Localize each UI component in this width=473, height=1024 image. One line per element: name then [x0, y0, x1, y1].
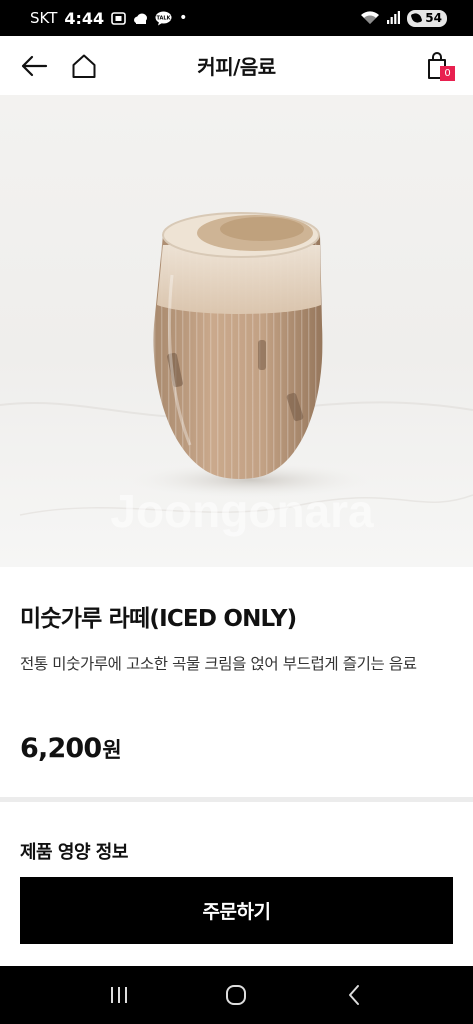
wifi-icon: [361, 11, 380, 24]
talk-icon: TALK: [155, 11, 172, 25]
price-currency: 원: [102, 738, 121, 762]
product-image: Joongonara: [0, 95, 473, 567]
order-button[interactable]: 주문하기: [20, 877, 453, 944]
app-header: 커피/음료 0: [0, 36, 473, 95]
section-divider: [0, 797, 473, 802]
watermark-text: Joongonara: [110, 485, 374, 537]
recents-icon: [110, 987, 127, 1003]
back-nav-button[interactable]: [334, 975, 374, 1015]
cloud-icon: [134, 13, 148, 24]
product-description: 전통 미숫가루에 고소한 곡물 크림을 얹어 부드럽게 즐기는 음료: [20, 655, 417, 673]
back-arrow-icon: [21, 55, 48, 77]
order-bar: 주문하기: [0, 862, 473, 966]
chevron-left-icon: [349, 985, 360, 1005]
product-info: 미숫가루 라떼(ICED ONLY) 전통 미숫가루에 고소한 곡물 크림을 얹…: [0, 567, 473, 797]
home-nav-button[interactable]: [216, 975, 256, 1015]
status-bar: SKT 4:44 TALK • 54: [0, 0, 473, 36]
cart-button[interactable]: 0: [419, 50, 455, 82]
price-value: 6,200: [20, 733, 102, 764]
signal-icon: [387, 11, 401, 24]
product-name: 미숫가루 라떼(ICED ONLY): [20, 606, 297, 632]
cart-count-badge: 0: [440, 66, 455, 81]
home-circle-icon: [226, 985, 247, 1005]
carrier-label: SKT: [30, 9, 58, 27]
status-right: 54: [360, 9, 447, 27]
recents-button[interactable]: [99, 975, 139, 1015]
home-icon: [72, 54, 96, 78]
notification-dot: •: [179, 10, 188, 26]
status-left: SKT 4:44 TALK •: [30, 9, 187, 28]
battery-indicator: 54: [407, 9, 447, 27]
nutrition-info-heading[interactable]: 제품 영양 정보: [20, 838, 128, 864]
clock: 4:44: [64, 8, 105, 28]
latte-glass-illustration: Joongonara: [0, 212, 473, 537]
system-navigation-bar: [0, 966, 473, 1024]
back-button[interactable]: [18, 50, 50, 82]
product-price: 6,200원: [20, 733, 122, 764]
talk-label: TALK: [157, 15, 172, 21]
screenshot-icon: [111, 11, 126, 25]
home-button[interactable]: [68, 50, 100, 82]
